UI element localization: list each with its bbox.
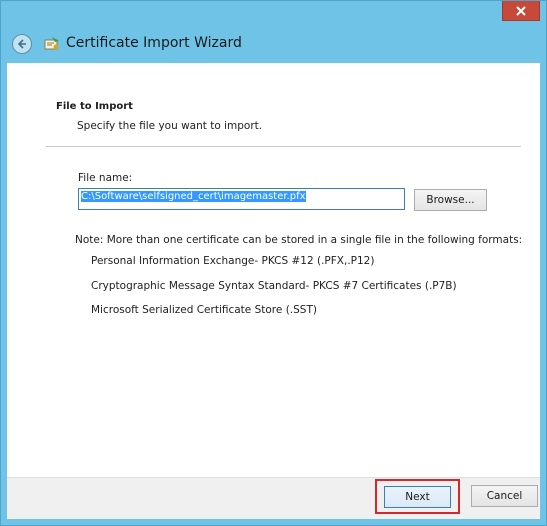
back-button[interactable] [12, 34, 32, 54]
wizard-footer: Next Cancel [7, 477, 540, 519]
back-arrow-icon [17, 39, 26, 49]
next-highlight: Next [375, 479, 460, 514]
file-name-value: C:\Software\selfsigned_cert\imagemaster.… [81, 191, 306, 202]
divider [46, 146, 521, 147]
file-name-label: File name: [78, 172, 133, 184]
format-item: Personal Information Exchange- PKCS #12 … [91, 255, 375, 267]
next-button[interactable]: Next [384, 486, 451, 508]
close-icon [516, 5, 526, 16]
format-item: Cryptographic Message Syntax Standard- P… [91, 280, 457, 292]
wizard-window: Certificate Import Wizard File to Import… [0, 0, 547, 526]
format-item: Microsoft Serialized Certificate Store (… [91, 304, 317, 316]
wizard-header: Certificate Import Wizard [7, 25, 540, 63]
wizard-page: File to Import Specify the file you want… [7, 63, 540, 478]
section-description: Specify the file you want to import. [77, 120, 263, 132]
file-name-input[interactable]: C:\Software\selfsigned_cert\imagemaster.… [78, 188, 405, 210]
close-button[interactable] [502, 1, 540, 21]
cancel-button[interactable]: Cancel [471, 485, 538, 507]
certificate-icon [44, 37, 59, 50]
note-text: Note: More than one certificate can be s… [75, 234, 523, 246]
window-title: Certificate Import Wizard [66, 35, 242, 51]
section-title: File to Import [56, 101, 133, 112]
browse-button[interactable]: Browse... [414, 189, 487, 211]
